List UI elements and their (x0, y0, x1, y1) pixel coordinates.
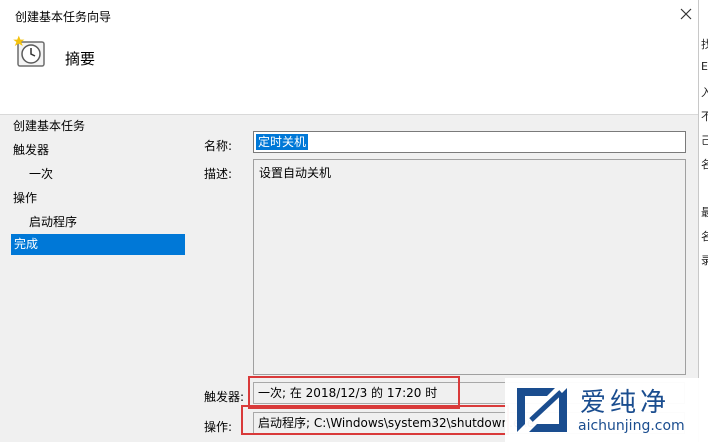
step-finish[interactable]: 完成 (11, 234, 185, 255)
edge-fragment: 入 (701, 86, 708, 99)
close-button[interactable] (672, 1, 700, 27)
trigger-label: 触发器: (204, 390, 245, 404)
window-title: 创建基本任务向导 (15, 10, 112, 24)
description-value: 设置自动关机 (259, 166, 332, 180)
step-action[interactable]: 操作 (13, 189, 37, 206)
step-trigger[interactable]: 触发器 (13, 141, 49, 158)
description-label: 描述: (204, 167, 233, 181)
step-create-basic-task[interactable]: 创建基本任务 (13, 117, 85, 134)
watermark-brand: 爱纯净 (580, 388, 671, 418)
watermark: 爱纯净 aichunjing.com (505, 378, 708, 442)
clock-icon (13, 35, 45, 67)
page-title: 摘要 (65, 50, 96, 68)
edge-fragment: 找 (701, 38, 708, 51)
name-label: 名称: (204, 139, 233, 153)
action-highlight-box (241, 405, 509, 435)
title-bar: 创建基本任务向导 (0, 0, 698, 30)
edge-fragment: 最 (701, 206, 708, 219)
edge-fragment: 名 (701, 158, 708, 171)
description-field[interactable]: 设置自动关机 (253, 159, 686, 375)
step-start-program[interactable]: 启动程序 (29, 213, 77, 230)
close-icon (680, 8, 692, 20)
watermark-url: aichunjing.com (578, 418, 685, 434)
step-trigger-once[interactable]: 一次 (29, 165, 53, 182)
edge-fragment: E (701, 60, 708, 73)
watermark-logo-icon (517, 388, 567, 432)
wizard-header: 摘要 (0, 30, 698, 115)
name-value: 定时关机 (256, 134, 309, 150)
action-label: 操作: (204, 420, 233, 434)
edge-fragment: 不 (701, 110, 708, 123)
background-window-edge: 找 E 入 不 己 名 最 名 录 (698, 0, 708, 442)
edge-fragment: 名 (701, 230, 708, 243)
name-field[interactable]: 定时关机 (253, 131, 686, 153)
edge-fragment: 录 (701, 254, 708, 267)
edge-fragment: 己 (701, 134, 708, 147)
